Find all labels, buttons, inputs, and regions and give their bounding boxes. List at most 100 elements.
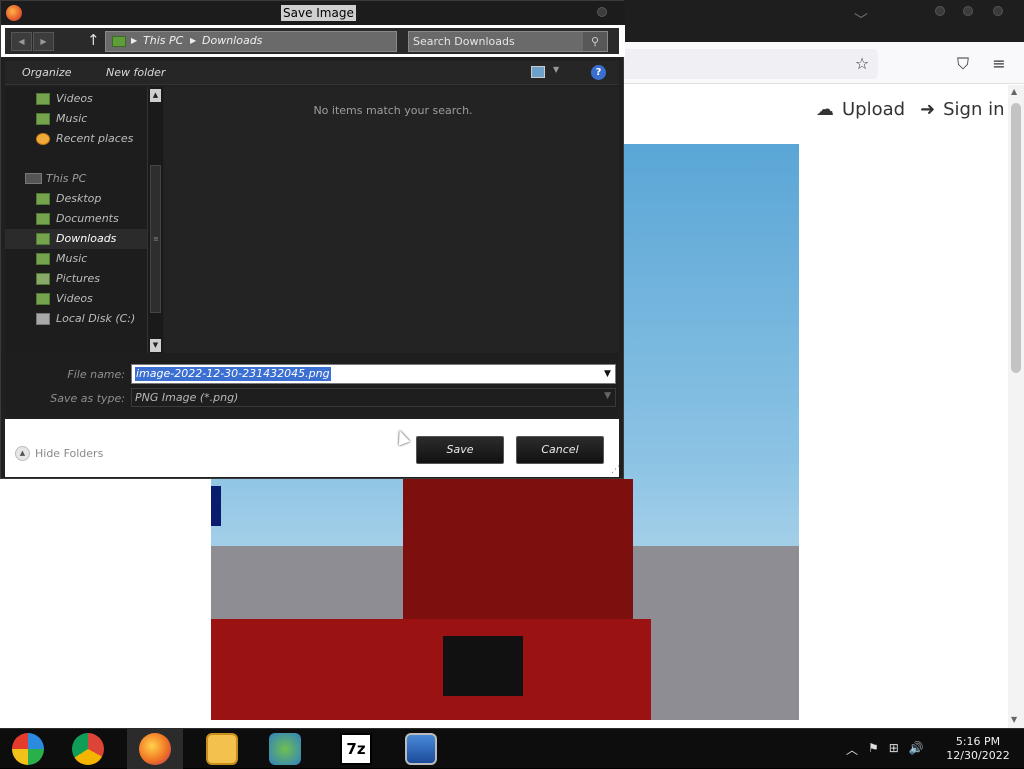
file-name-input[interactable]: image-2022-12-30-231432045.png — [135, 367, 331, 381]
nav-item-downloads[interactable]: Downloads — [5, 229, 147, 249]
nav-item-documents[interactable]: Documents — [5, 209, 147, 229]
nav-item-label: Documents — [56, 212, 119, 225]
page-scrollbar[interactable]: ▲ ▼ — [1008, 85, 1024, 728]
scene-blue-edge — [211, 486, 221, 526]
nav-item-music[interactable]: Music — [5, 249, 147, 269]
nav-item-desktop[interactable]: Desktop — [5, 189, 147, 209]
scroll-down-icon[interactable]: ▼ — [150, 339, 161, 352]
hide-folders-button[interactable]: ▲ Hide Folders — [15, 446, 103, 461]
taskbar-7zip-button[interactable]: 7z — [328, 729, 384, 769]
help-icon[interactable]: ? — [591, 65, 606, 80]
url-bar[interactable]: ☆ — [600, 49, 878, 79]
scrollbar-thumb[interactable] — [1011, 103, 1021, 373]
collapse-up-icon: ▲ — [15, 446, 30, 461]
scroll-up-icon[interactable]: ▲ — [1011, 87, 1017, 96]
taskbar-network-button[interactable] — [257, 729, 313, 769]
system-tray: ︿ ⚑ ⊞ 🔊 — [846, 741, 924, 758]
nav-item-music[interactable]: Music — [5, 109, 147, 129]
nav-item-label: This PC — [46, 172, 87, 185]
nav-item-recent-places[interactable]: Recent places — [5, 129, 147, 149]
nav-item-label: Recent places — [56, 132, 134, 145]
nav-item-this-pc[interactable]: This PC — [5, 169, 147, 189]
sign-in-button[interactable]: ➜ Sign in — [920, 99, 1005, 120]
documents-folder-icon — [36, 213, 50, 225]
nav-item-local-disk[interactable]: Local Disk (C:) — [5, 309, 147, 329]
forward-button[interactable]: ▶ — [33, 32, 54, 51]
new-folder-button[interactable]: New folder — [106, 66, 165, 79]
save-type-select[interactable]: PNG Image (*.png) ▼ — [131, 388, 616, 407]
minimize-button[interactable] — [935, 6, 945, 16]
search-icon[interactable]: ⚲ — [583, 32, 607, 51]
videos-folder-icon — [36, 93, 50, 105]
back-button[interactable]: ◀ — [11, 32, 32, 51]
nav-item-label: Local Disk (C:) — [56, 312, 136, 325]
search-box[interactable]: ⚲ — [408, 31, 608, 52]
taskbar-windows-button[interactable] — [0, 729, 56, 769]
maximize-button[interactable] — [963, 6, 973, 16]
taskbar-chrome-button[interactable] — [60, 729, 116, 769]
navigation-bar: ◀ ▶ ↑ ▶ This PC ▶ Downloads ↻ ⚲ — [5, 28, 619, 54]
breadcrumb-chevron-icon[interactable]: ▶ — [190, 36, 196, 45]
nav-item-videos[interactable]: Videos — [5, 289, 147, 309]
pictures-folder-icon — [36, 273, 50, 285]
up-folder-icon[interactable]: ↑ — [87, 31, 100, 49]
tab-list-chevron-icon[interactable]: ﹀ — [854, 10, 868, 30]
dialog-close-button[interactable] — [597, 7, 607, 17]
network-people-icon — [269, 733, 301, 765]
clock[interactable]: 5:16 PM 12/30/2022 — [936, 735, 1020, 763]
remote-desktop-icon — [405, 733, 437, 765]
file-explorer-icon — [206, 733, 238, 765]
breadcrumb-this-pc[interactable]: This PC — [143, 34, 183, 47]
save-form: File name: image-2022-12-30-231432045.pn… — [5, 353, 619, 415]
save-type-dropdown-icon[interactable]: ▼ — [604, 391, 611, 401]
action-center-flag-icon[interactable]: ⚑ — [868, 741, 879, 758]
address-bar[interactable]: ▶ This PC ▶ Downloads ↻ — [105, 31, 497, 52]
file-name-dropdown-icon[interactable]: ▼ — [600, 366, 615, 382]
downloads-folder-icon — [36, 233, 50, 245]
nav-item-label: Music — [56, 252, 88, 265]
dialog-titlebar: Save Image — [1, 1, 625, 25]
clock-time: 5:16 PM — [955, 735, 1001, 748]
tray-chevron-up-icon[interactable]: ︿ — [846, 741, 858, 758]
view-dropdown-chevron-icon[interactable]: ▼ — [553, 65, 559, 74]
videos-folder-icon — [36, 293, 50, 305]
taskbar-remote-desktop-button[interactable] — [393, 729, 449, 769]
command-bar: Organize New folder ▼ ? — [5, 61, 619, 85]
view-options-icon[interactable] — [531, 66, 545, 78]
chrome-icon — [72, 733, 104, 765]
breadcrumb-downloads[interactable]: Downloads — [202, 34, 262, 47]
nav-item-label: Pictures — [56, 272, 101, 285]
recent-places-icon — [36, 133, 50, 145]
nav-item-videos[interactable]: Videos — [5, 89, 147, 109]
bookmark-star-icon[interactable]: ☆ — [852, 54, 872, 74]
network-icon[interactable]: ⊞ — [889, 741, 899, 758]
resize-grip-icon[interactable]: ⋰ — [611, 465, 620, 475]
save-type-label: Save as type: — [50, 392, 125, 405]
save-button[interactable]: Save — [416, 436, 504, 464]
folder-icon — [112, 36, 126, 47]
menu-icon[interactable]: ≡ — [989, 54, 1009, 74]
scroll-down-icon[interactable]: ▼ — [1011, 715, 1017, 724]
navigation-pane-scrollbar[interactable]: ▲ ≡ ▼ — [147, 87, 163, 353]
upload-label: Upload — [842, 99, 906, 120]
nav-item-label: Music — [56, 112, 88, 125]
taskbar-file-explorer-button[interactable] — [194, 729, 250, 769]
cancel-button[interactable]: Cancel — [516, 436, 604, 464]
nav-item-pictures[interactable]: Pictures — [5, 269, 147, 289]
music-folder-icon — [36, 113, 50, 125]
close-button[interactable] — [993, 6, 1003, 16]
breadcrumb-chevron-icon[interactable]: ▶ — [131, 36, 137, 45]
file-list[interactable]: No items match your search. — [164, 87, 619, 353]
organize-button[interactable]: Organize — [22, 66, 71, 79]
nav-item-label: Videos — [56, 292, 93, 305]
taskbar-firefox-button[interactable] — [127, 729, 183, 769]
pocket-icon[interactable]: ⛉ — [953, 54, 973, 74]
clock-date: 12/30/2022 — [946, 749, 1010, 762]
volume-icon[interactable]: 🔊 — [909, 741, 924, 758]
upload-button[interactable]: ☁ Upload — [816, 99, 905, 120]
scroll-up-icon[interactable]: ▲ — [150, 89, 161, 102]
search-input[interactable] — [413, 32, 583, 51]
nav-item-label: Downloads — [56, 232, 117, 245]
file-name-field[interactable]: image-2022-12-30-231432045.png ▼ — [131, 364, 616, 384]
cloud-upload-icon: ☁ — [816, 99, 834, 120]
